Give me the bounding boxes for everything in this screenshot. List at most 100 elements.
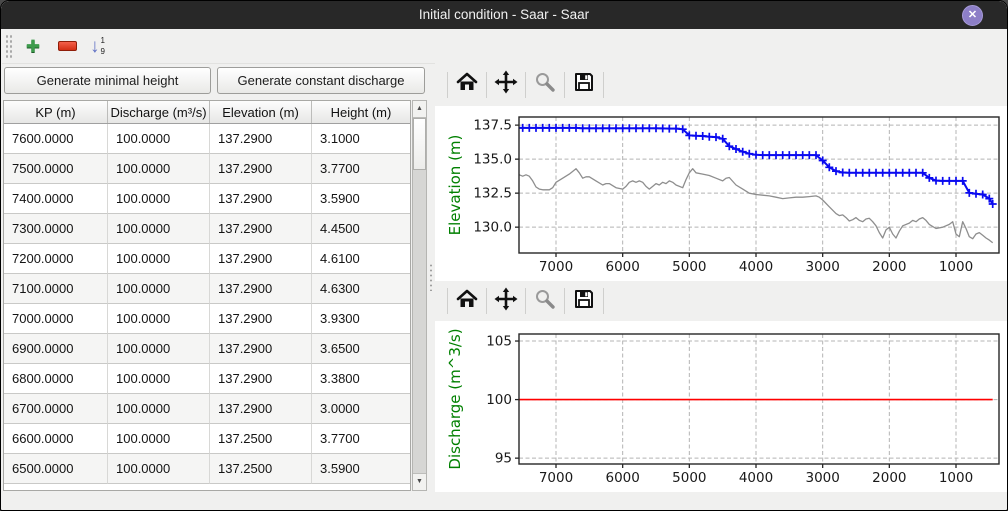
minus-icon <box>58 41 77 51</box>
table-row: 7000.0000100.0000137.29003.9300 <box>4 304 410 334</box>
table-cell[interactable]: 100.0000 <box>108 424 210 454</box>
table-cell[interactable]: 7400.0000 <box>4 184 108 214</box>
toolbar-separator <box>525 72 526 98</box>
toolbar-grip-handle[interactable] <box>5 34 12 58</box>
svg-text:2000: 2000 <box>872 259 906 275</box>
table-cell[interactable]: 3.5900 <box>312 184 410 214</box>
scrollbar-thumb[interactable] <box>413 118 426 170</box>
splitter-grip-icon <box>429 263 433 291</box>
table-cell[interactable]: 100.0000 <box>108 364 210 394</box>
generate-constant-discharge-button[interactable]: Generate constant discharge <box>217 67 425 94</box>
svg-text:100: 100 <box>486 392 512 408</box>
panel-splitter[interactable] <box>427 63 435 492</box>
table-body: 7600.0000100.0000137.29003.10007500.0000… <box>4 124 410 484</box>
toolbar-separator <box>447 288 448 314</box>
table-cell[interactable]: 100.0000 <box>108 154 210 184</box>
table-cell[interactable]: 100.0000 <box>108 394 210 424</box>
table-cell[interactable]: 137.2500 <box>210 424 312 454</box>
table-cell[interactable]: 137.2900 <box>210 124 312 154</box>
table-cell[interactable]: 4.4500 <box>312 214 410 244</box>
table-cell[interactable]: 137.2900 <box>210 184 312 214</box>
sort-button[interactable]: ↓ 19 <box>90 35 105 57</box>
table-scrollbar[interactable]: ▲ ▼ <box>412 100 427 491</box>
table-cell[interactable]: 4.6100 <box>312 244 410 274</box>
table-cell[interactable]: 3.7700 <box>312 154 410 184</box>
save-button[interactable] <box>571 72 597 98</box>
svg-text:4000: 4000 <box>739 470 773 486</box>
table-cell[interactable]: 7000.0000 <box>4 304 108 334</box>
save-button[interactable] <box>571 288 597 314</box>
zoom-icon <box>534 71 556 98</box>
table-cell[interactable]: 137.2900 <box>210 154 312 184</box>
table-row: 6700.0000100.0000137.29003.0000 <box>4 394 410 424</box>
table-cell[interactable]: 100.0000 <box>108 454 210 484</box>
table-row: 6600.0000100.0000137.25003.7700 <box>4 424 410 454</box>
table-cell[interactable]: 137.2900 <box>210 334 312 364</box>
table-cell[interactable]: 137.2900 <box>210 304 312 334</box>
close-button[interactable]: ✕ <box>962 5 983 26</box>
table-cell[interactable]: 100.0000 <box>108 124 210 154</box>
home-button[interactable] <box>454 288 480 314</box>
table-cell[interactable]: 137.2900 <box>210 244 312 274</box>
pan-button[interactable] <box>493 288 519 314</box>
table-cell[interactable]: 100.0000 <box>108 274 210 304</box>
table-cell[interactable]: 6600.0000 <box>4 424 108 454</box>
table-cell[interactable]: 4.6300 <box>312 274 410 304</box>
table-row: 7500.0000100.0000137.29003.7700 <box>4 154 410 184</box>
remove-row-button[interactable] <box>54 33 80 59</box>
svg-text:3000: 3000 <box>805 259 839 275</box>
column-header[interactable]: Discharge (m³/s) <box>108 101 210 123</box>
column-header[interactable]: KP (m) <box>4 101 108 123</box>
table-cell[interactable]: 3.0000 <box>312 394 410 424</box>
table-cell[interactable]: 7600.0000 <box>4 124 108 154</box>
table-cell[interactable]: 7200.0000 <box>4 244 108 274</box>
add-row-button[interactable]: ✚ <box>20 33 46 59</box>
scroll-up-icon: ▲ <box>416 105 423 112</box>
plus-icon: ✚ <box>26 38 40 55</box>
table-cell[interactable]: 137.2500 <box>210 454 312 484</box>
table-row: 7400.0000100.0000137.29003.5900 <box>4 184 410 214</box>
table-cell[interactable]: 3.1000 <box>312 124 410 154</box>
table-cell[interactable]: 137.2900 <box>210 364 312 394</box>
table-cell[interactable]: 7500.0000 <box>4 154 108 184</box>
scroll-down-button[interactable]: ▼ <box>413 473 426 490</box>
toolbar-separator <box>525 288 526 314</box>
scroll-up-button[interactable]: ▲ <box>413 101 426 118</box>
app-toolbar: ✚ ↓ 19 <box>2 29 1008 64</box>
table-cell[interactable]: 3.5900 <box>312 454 410 484</box>
window-title: Initial condition - Saar - Saar <box>1 1 1007 29</box>
table-cell[interactable]: 6900.0000 <box>4 334 108 364</box>
table-cell[interactable]: 3.9300 <box>312 304 410 334</box>
zoom-button[interactable] <box>532 72 558 98</box>
home-icon <box>456 71 478 98</box>
table-cell[interactable]: 7100.0000 <box>4 274 108 304</box>
table-cell[interactable]: 3.7700 <box>312 424 410 454</box>
svg-text:5000: 5000 <box>672 259 706 275</box>
table-cell[interactable]: 6800.0000 <box>4 364 108 394</box>
table-cell[interactable]: 3.3800 <box>312 364 410 394</box>
table-cell[interactable]: 6500.0000 <box>4 454 108 484</box>
table-cell[interactable]: 100.0000 <box>108 334 210 364</box>
column-header[interactable]: Elevation (m) <box>210 101 312 123</box>
table-cell[interactable]: 100.0000 <box>108 184 210 214</box>
table-cell[interactable]: 137.2900 <box>210 394 312 424</box>
table-cell[interactable]: 100.0000 <box>108 304 210 334</box>
table-row: 7100.0000100.0000137.29004.6300 <box>4 274 410 304</box>
toolbar-separator <box>564 288 565 314</box>
home-button[interactable] <box>454 72 480 98</box>
svg-text:137.5: 137.5 <box>473 118 512 134</box>
svg-text:1000: 1000 <box>939 259 973 275</box>
table-cell[interactable]: 137.2900 <box>210 214 312 244</box>
generate-minimal-height-button[interactable]: Generate minimal height <box>4 67 211 94</box>
sort-down-arrow-icon: ↓ <box>90 37 100 56</box>
column-header[interactable]: Height (m) <box>312 101 410 123</box>
table-cell[interactable]: 7300.0000 <box>4 214 108 244</box>
table-cell[interactable]: 3.6500 <box>312 334 410 364</box>
table-cell[interactable]: 100.0000 <box>108 214 210 244</box>
pan-button[interactable] <box>493 72 519 98</box>
table-cell[interactable]: 100.0000 <box>108 244 210 274</box>
svg-text:Discharge (m^3/s): Discharge (m^3/s) <box>446 328 464 469</box>
zoom-button[interactable] <box>532 288 558 314</box>
table-cell[interactable]: 6700.0000 <box>4 394 108 424</box>
table-cell[interactable]: 137.2900 <box>210 274 312 304</box>
